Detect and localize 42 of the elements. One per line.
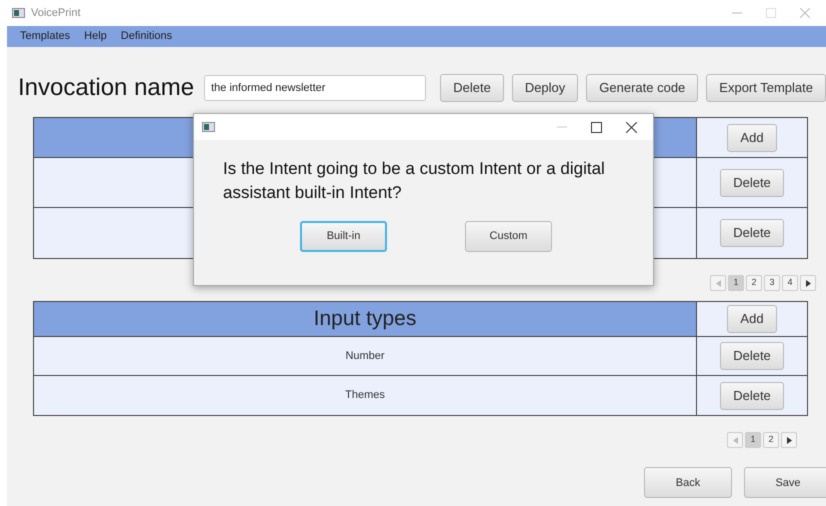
previous-page-button[interactable] [727, 432, 743, 448]
page-button[interactable]: 1 [728, 275, 744, 291]
next-page-button[interactable] [781, 432, 797, 448]
page-button[interactable]: 1 [745, 432, 761, 448]
toolbar-button[interactable]: Generate code [586, 74, 698, 102]
close-icon[interactable] [626, 122, 637, 132]
window-title: VoicePrint [31, 6, 81, 21]
dialog-button[interactable]: Built-in [300, 220, 387, 252]
delete-button[interactable]: Delete [720, 342, 784, 370]
page-button[interactable]: 4 [782, 275, 798, 291]
page-button[interactable]: 2 [746, 275, 762, 291]
add-button[interactable]: Add [727, 305, 777, 333]
toolbar-button[interactable]: Delete [440, 74, 504, 102]
invocation-input[interactable]: the informed newsletter [204, 75, 426, 101]
invocation-label: Invocation name [18, 73, 194, 103]
app-icon [202, 122, 215, 132]
maximize-icon[interactable] [591, 122, 602, 132]
page-button[interactable]: 2 [763, 432, 779, 448]
right-arrow-icon [786, 436, 792, 444]
footer-button[interactable]: Back [644, 467, 732, 498]
add-button[interactable]: Add [727, 124, 777, 152]
table-cell-text: Themes [345, 388, 385, 404]
table-cell-text: Number [345, 348, 385, 364]
dialog-message: Is the Intent going to be a custom Intent or a digital assistant built-in Intent? [222, 158, 606, 204]
footer-button[interactable]: Save [744, 467, 826, 498]
menu-item[interactable]: Help [77, 28, 114, 45]
delete-button[interactable]: Delete [720, 219, 784, 247]
menu-item[interactable]: Templates [13, 28, 78, 45]
toolbar-button[interactable]: Export Template [706, 74, 826, 102]
app-icon [12, 8, 25, 18]
right-arrow-icon [806, 280, 810, 286]
delete-button[interactable]: Delete [720, 168, 784, 196]
previous-page-button[interactable] [710, 275, 726, 291]
toolbar-button[interactable]: Deploy [512, 74, 578, 102]
dialog-button[interactable]: Custom [465, 220, 552, 252]
left-arrow-icon [732, 436, 738, 444]
next-page-button[interactable] [800, 275, 816, 291]
table-title: Input types [314, 306, 416, 332]
left-arrow-icon [716, 280, 720, 286]
delete-button[interactable]: Delete [720, 382, 784, 410]
page-button[interactable]: 3 [764, 275, 780, 291]
menu-item[interactable]: Definitions [114, 28, 180, 45]
